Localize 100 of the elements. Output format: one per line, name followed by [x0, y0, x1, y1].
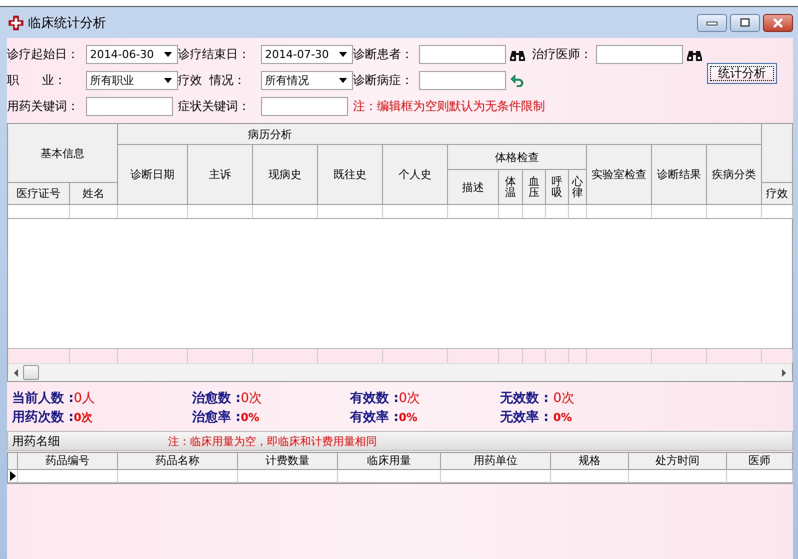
stat-label: 治愈数 :	[192, 390, 241, 407]
column-header[interactable]: 处方时间	[629, 453, 727, 470]
minimize-button[interactable]	[697, 14, 727, 32]
table-cell	[253, 349, 318, 363]
column-header[interactable]: 主诉	[188, 145, 253, 205]
hint-text: 注：临床用量为空，即临床和计费用量相同	[168, 434, 377, 448]
field-label: 诊疗起始日：	[7, 46, 80, 62]
table-cell	[762, 349, 793, 363]
row-indicator-icon	[10, 471, 16, 481]
stat-value: 0%	[240, 411, 260, 424]
column-header[interactable]: 诊断结果	[652, 145, 707, 205]
table-cell	[546, 349, 569, 363]
column-group-header: 基本信息	[8, 124, 118, 183]
analyze-button[interactable]: 统计分析	[707, 62, 777, 84]
column-header[interactable]: 呼吸	[546, 170, 569, 205]
stat-label: 无效数 :	[500, 390, 550, 407]
stat-label: 无效率 :	[500, 408, 550, 426]
stat-value: 0次	[240, 390, 262, 407]
column-header[interactable]: 体温	[499, 170, 523, 205]
table-cell	[652, 349, 707, 363]
column-header[interactable]: 临床用量	[338, 453, 441, 470]
maximize-icon	[739, 18, 751, 28]
column-header[interactable]: 心律	[569, 170, 587, 205]
medical-cross-icon	[8, 14, 24, 30]
stat-value: 0%	[553, 411, 572, 424]
field-label: 治疗医师：	[532, 46, 593, 62]
table-cell	[499, 349, 523, 363]
column-header[interactable]: 实验室检查	[587, 145, 652, 205]
scroll-right-icon[interactable]	[780, 368, 788, 376]
table-cell	[383, 349, 448, 363]
input-field[interactable]	[86, 96, 173, 116]
stat-value: 0%	[398, 411, 418, 424]
stat-label: 有效率 :	[350, 408, 399, 426]
column-header[interactable]: 计费数量	[238, 453, 338, 470]
stat-value: 0次	[74, 410, 92, 425]
column-header[interactable]: 规格	[551, 453, 629, 470]
table-cell	[118, 349, 188, 363]
horizontal-scrollbar[interactable]	[8, 363, 792, 381]
column-header[interactable]: 姓名	[70, 183, 118, 205]
input-field[interactable]	[419, 44, 506, 64]
table-cell	[569, 349, 587, 363]
column-header[interactable]: 疾病分类	[707, 145, 762, 205]
input-field[interactable]	[419, 70, 506, 90]
column-header[interactable]: 个人史	[383, 145, 448, 205]
input-field[interactable]	[261, 96, 348, 116]
window-title: 临床统计分析	[28, 14, 106, 32]
table-cell	[318, 349, 383, 363]
table-cell	[523, 349, 546, 363]
column-header[interactable]: 血压	[523, 170, 546, 205]
dropdown[interactable]: 所有职业	[86, 70, 178, 90]
field-label: 用药关键词：	[7, 98, 80, 114]
stat-label: 治愈率 :	[192, 408, 241, 426]
column-header[interactable]: 药品名称	[118, 453, 238, 470]
column-header[interactable]: 用药单位	[441, 453, 551, 470]
field-label: 诊断病症：	[353, 72, 414, 88]
column-header[interactable]: 现病史	[253, 145, 318, 205]
stat-value: 0人	[74, 390, 96, 407]
table-cell	[448, 349, 499, 363]
maximize-button[interactable]	[730, 14, 760, 32]
hint-text: 注：编辑框为空则默认为无条件限制	[353, 98, 546, 114]
stat-value: 0次	[553, 390, 575, 407]
close-button[interactable]	[763, 14, 793, 32]
dropdown[interactable]: 所有情况	[261, 70, 353, 90]
column-header[interactable]: 诊断日期	[118, 145, 188, 205]
dropdown-arrow-icon	[164, 52, 172, 56]
column-group-header: 体格检查	[448, 145, 587, 170]
scroll-left-icon[interactable]	[12, 368, 20, 376]
table-cell	[8, 349, 70, 363]
dropdown-arrow-icon	[339, 52, 347, 56]
field-label: 职 业：	[7, 72, 67, 88]
undo-arrow-icon[interactable]	[510, 73, 526, 87]
stat-label: 当前人数 :	[12, 390, 74, 407]
dropdown[interactable]: 2014-07-30	[261, 44, 353, 64]
stat-label: 有效数 :	[350, 390, 399, 407]
scrollbar-thumb[interactable]	[23, 365, 39, 380]
column-header[interactable]: 既往史	[318, 145, 383, 205]
column-header[interactable]: 药品编号	[18, 453, 118, 470]
column-header[interactable]: 描述	[448, 170, 499, 205]
dropdown[interactable]: 2014-06-30	[86, 44, 178, 64]
table-cell	[188, 349, 253, 363]
table-cell	[727, 470, 793, 483]
stat-label: 用药次数 :	[12, 409, 74, 426]
column-header[interactable]: 医师	[727, 453, 793, 470]
table-cell	[70, 349, 118, 363]
column-group-header: 病历分析	[118, 124, 762, 145]
table-cell	[707, 349, 762, 363]
column-header[interactable]: 疗效	[762, 183, 793, 205]
field-label: 疗效 情况：	[178, 72, 247, 88]
field-label: 诊断患者：	[353, 46, 414, 62]
dropdown-arrow-icon	[339, 78, 347, 82]
field-label: 症状关键词：	[178, 98, 251, 114]
field-label: 诊疗结束日：	[178, 46, 251, 62]
close-icon	[772, 18, 784, 28]
column-header[interactable]: 医疗证号	[8, 183, 70, 205]
dropdown-arrow-icon	[164, 78, 172, 82]
section-title: 用药名细	[12, 432, 61, 450]
input-field[interactable]	[596, 44, 683, 64]
minimize-icon	[706, 20, 718, 26]
table-cell	[587, 349, 652, 363]
stat-value: 0次	[398, 390, 420, 407]
